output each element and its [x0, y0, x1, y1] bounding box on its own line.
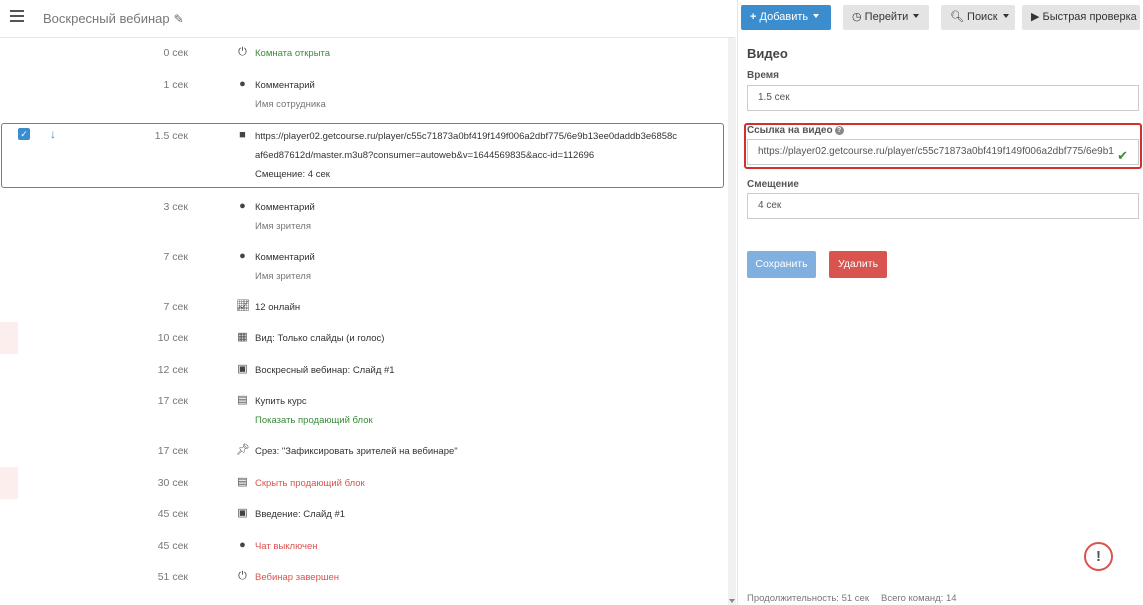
search-button[interactable]: 🔍︎ Поиск [941, 5, 1015, 30]
scroll-down-icon[interactable] [729, 599, 735, 603]
event-time: 10 сек [157, 332, 188, 344]
event-time: 7 сек [163, 251, 188, 263]
row-marker [0, 322, 18, 354]
event-text: Введение: Слайд #1 [255, 509, 346, 520]
chart-icon: 📈︎ [236, 300, 250, 312]
page-title-text: Воскресный вебинар [43, 11, 170, 26]
money-icon: ▤ [237, 476, 248, 488]
money-icon: ▤ [237, 394, 248, 406]
commands-count: Всего команд: 14 [880, 593, 957, 604]
event-text: Срез: "Зафиксировать зрителей на вебинар… [255, 446, 458, 457]
scrollbar[interactable] [728, 38, 736, 605]
time-label: Время [747, 70, 779, 81]
time-field[interactable]: 1.5 сек [747, 85, 1139, 111]
comments-icon: ● [239, 539, 246, 551]
row-checkbox[interactable]: ✓ [18, 128, 30, 140]
event-time: 0 сек [163, 47, 188, 59]
event-text: 12 онлайн [255, 302, 301, 313]
event-text: Комментарий [255, 252, 315, 263]
footer-stats: Продолжительность: 51 сек Всего команд: 1… [747, 593, 957, 604]
event-text: Купить курс [255, 396, 307, 407]
event-time: 51 сек [157, 571, 188, 583]
event-time: 17 сек [157, 395, 188, 407]
event-time: 30 сек [157, 477, 188, 489]
event-text: Комната открыта [255, 48, 331, 59]
row-marker [0, 467, 18, 499]
delete-button[interactable]: Удалить [829, 251, 887, 278]
event-text: Комментарий [255, 80, 315, 91]
duration-text: Продолжительность: 51 сек [747, 593, 869, 604]
page-title: Воскресный вебинар ✎ [43, 11, 184, 26]
comment-icon: ● [239, 200, 246, 212]
search-icon: 🔍︎ [950, 11, 964, 23]
grid-icon: ▦ [237, 331, 248, 343]
event-subtext: Имя зрителя [255, 271, 311, 282]
goto-button-label: Перейти [864, 11, 909, 23]
goto-button[interactable]: ◷ Перейти [843, 5, 929, 30]
event-text: af6ed87612d/master.m3u8?consumer=autoweb… [255, 150, 595, 161]
event-list: ✓ ↓ 0 сек ⏻ Комната открыта 1 сек ● Комм… [0, 38, 727, 605]
power-icon: ⏻ [238, 570, 247, 582]
power-icon: ⏻ [238, 46, 247, 58]
add-button[interactable]: + Добавить [741, 5, 831, 30]
event-subtext: Смещение: 4 сек [255, 169, 330, 180]
video-icon: ■ [239, 129, 246, 141]
event-time: 1.5 сек [154, 130, 188, 142]
event-time: 17 сек [157, 445, 188, 457]
add-button-label: Добавить [759, 11, 809, 23]
search-button-label: Поиск [967, 11, 998, 23]
clock-icon: ◷ [852, 11, 862, 23]
event-time: 3 сек [163, 201, 188, 213]
offset-label: Смещение [747, 179, 799, 190]
pin-icon: 📌︎ [236, 444, 250, 456]
event-text: Чат выключен [255, 541, 318, 552]
image-icon: ▣ [237, 363, 248, 375]
event-text: https://player02.getcourse.ru/player/c55… [255, 131, 678, 142]
event-time: 7 сек [163, 301, 188, 313]
offset-field[interactable]: 4 сек [747, 193, 1139, 219]
divider [737, 0, 738, 605]
image-icon: ▣ [237, 507, 248, 519]
quick-check-button[interactable]: ▶ Быстрая проверка [1022, 5, 1140, 30]
event-text: Вид: Только слайды (и голос) [255, 333, 385, 344]
event-text: Комментарий [255, 202, 315, 213]
quick-check-label: Быстрая проверка [1042, 11, 1137, 23]
alert-icon[interactable]: ! [1084, 542, 1113, 571]
play-icon: ▶ [1031, 11, 1040, 23]
pencil-icon[interactable]: ✎ [174, 12, 184, 26]
menu-icon[interactable] [10, 10, 24, 22]
arrow-down-icon[interactable]: ↓ [50, 127, 56, 141]
event-subtext: Имя зрителя [255, 221, 311, 232]
save-button[interactable]: Сохранить [747, 251, 816, 278]
event-text: Воскресный вебинар: Слайд #1 [255, 365, 395, 376]
top-bar: Воскресный вебинар ✎ [0, 0, 735, 38]
event-text: Вебинар завершен [255, 572, 340, 583]
event-text: Скрыть продающий блок [255, 478, 365, 489]
panel-title: Видео [747, 46, 788, 61]
event-subtext: Имя сотрудника [255, 99, 326, 110]
comment-icon: ● [239, 250, 246, 262]
event-subtext: Показать продающий блок [255, 415, 373, 426]
comment-icon: ● [239, 78, 246, 90]
event-time: 1 сек [163, 79, 188, 91]
event-time: 45 сек [157, 540, 188, 552]
event-time: 45 сек [157, 508, 188, 520]
event-time: 12 сек [157, 364, 188, 376]
video-link-highlight [744, 123, 1142, 169]
